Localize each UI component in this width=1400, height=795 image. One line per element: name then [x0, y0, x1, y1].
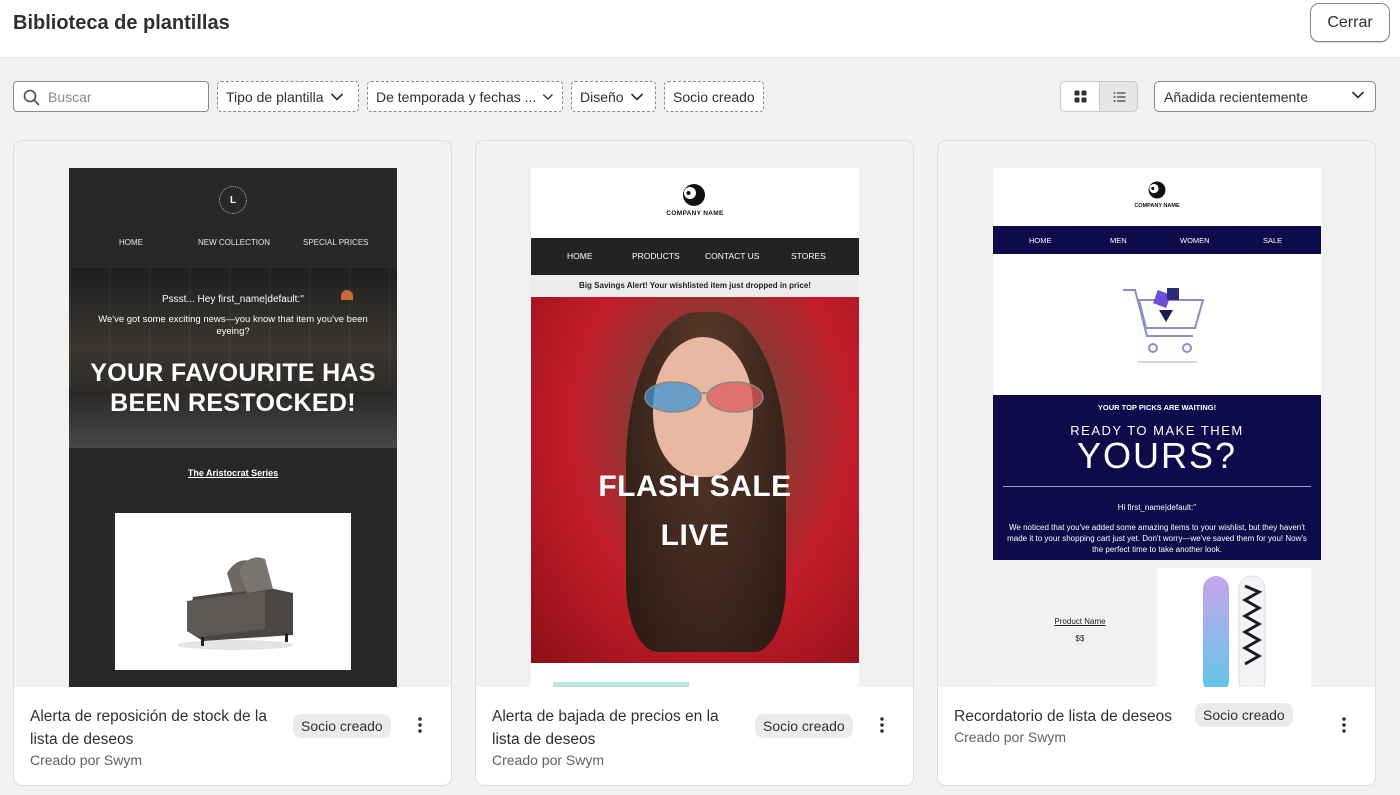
email-nav-item: NEW COLLECTION: [198, 238, 271, 247]
filter-label: Tipo de plantilla: [226, 88, 324, 105]
divider: [1003, 486, 1311, 487]
template-creator: Creado por Swym: [954, 729, 1067, 745]
snowboard-icon: [1203, 575, 1266, 687]
list-view-button[interactable]: [1100, 82, 1137, 111]
more-actions-button[interactable]: [1334, 713, 1354, 737]
email-nav-item: HOME: [1029, 236, 1052, 245]
kebab-icon: [880, 717, 884, 733]
email-nav-item: CONTACT US: [705, 251, 760, 261]
chevron-down-icon: [630, 92, 643, 101]
email-nav-item: SPECIAL PRICES: [303, 238, 369, 247]
list-icon: [1113, 91, 1126, 102]
filter-label: De temporada y fechas ...: [376, 88, 537, 105]
email-nav: HOME MEN WOMEN SALE: [993, 226, 1321, 254]
email-nav-item: PRODUCTS: [632, 251, 680, 261]
brand-logo: L: [219, 186, 247, 214]
more-actions-button[interactable]: [410, 713, 430, 737]
partner-badge: Socio creado: [755, 714, 853, 738]
chevron-down-icon: [1351, 91, 1365, 99]
moon-logo-icon: [683, 184, 705, 206]
email-kicker: YOUR TOP PICKS ARE WAITING!: [1097, 403, 1217, 412]
modal-header: Biblioteca de plantillas Cerrar: [0, 0, 1400, 58]
email-greeting: Pssst... Hey first_name|default:'': [161, 294, 305, 305]
sort-label: Añadida recientemente: [1164, 88, 1308, 105]
email-alert-bar: Big Savings Alert! Your wishlisted item …: [531, 275, 859, 297]
email-nav-item: STORES: [791, 251, 826, 261]
company-name: COMPANY NAME: [1134, 203, 1180, 209]
chevron-down-icon: [330, 92, 343, 101]
template-card-price-drop[interactable]: COMPANY NAME HOME PRODUCTS CONTACT US ST…: [475, 140, 914, 786]
search-box[interactable]: [13, 81, 209, 112]
email-nav-item: MEN: [1110, 236, 1127, 245]
email-product-block: Product Name $$: [993, 560, 1321, 687]
filter-design[interactable]: Diseño: [571, 81, 656, 112]
template-card-restock[interactable]: L HOME NEW COLLECTION SPECIAL PRICES Pss…: [13, 140, 452, 786]
email-headline: FLASH SALE LIVE: [531, 462, 859, 560]
template-card-reminder[interactable]: COMPANY NAME HOME MEN WOMEN SALE YOUR TO…: [937, 140, 1376, 786]
template-name: Alerta de bajada de precios en la lista …: [492, 708, 719, 748]
headline-line: LIVE: [660, 519, 730, 552]
grid-icon: [1074, 90, 1086, 103]
template-preview[interactable]: COMPANY NAME HOME PRODUCTS CONTACT US ST…: [476, 141, 913, 687]
search-icon: [23, 89, 40, 106]
template-creator: Creado por Swym: [30, 752, 143, 768]
partner-badge: Socio creado: [1195, 703, 1293, 727]
email-body: We noticed that you've added some amazin…: [1007, 523, 1307, 554]
view-toggle: [1060, 81, 1138, 112]
email-nav-item: HOME: [119, 238, 143, 247]
email-headline: YOUR FAVOURITE HAS BEEN RESTOCKED!: [90, 359, 376, 417]
filter-seasonal[interactable]: De temporada y fechas ...: [367, 81, 563, 112]
email-preview-reminder: COMPANY NAME HOME MEN WOMEN SALE YOUR TO…: [993, 168, 1321, 687]
email-preview-restock: L HOME NEW COLLECTION SPECIAL PRICES Pss…: [69, 168, 397, 687]
email-nav: HOME PRODUCTS CONTACT US STORES: [531, 238, 859, 275]
moon-logo-icon: [1148, 181, 1166, 199]
filter-label: Diseño: [580, 88, 624, 105]
page-title: Biblioteca de plantillas: [13, 12, 230, 34]
email-nav-item: HOME: [567, 251, 593, 261]
kebab-icon: [418, 717, 422, 733]
card-meta: Alerta de bajada de precios en la lista …: [476, 687, 913, 785]
kebab-icon: [1342, 717, 1346, 733]
template-name: Alerta de reposición de stock de la list…: [30, 708, 267, 748]
product-image: [115, 513, 351, 670]
filter-template-type[interactable]: Tipo de plantilla: [217, 81, 359, 112]
email-product-link: The Aristocrat Series: [187, 468, 279, 478]
company-name: COMPANY NAME: [666, 210, 724, 217]
partner-badge: Socio creado: [293, 714, 391, 738]
email-greeting: Hi first_name|default:'': [1117, 503, 1197, 512]
template-name: Recordatorio de lista de deseos: [954, 708, 1172, 725]
email-nav-item: WOMEN: [1180, 236, 1210, 245]
product-image: [1157, 568, 1311, 687]
template-creator: Creado por Swym: [492, 752, 605, 768]
sunglasses-icon: [644, 381, 764, 413]
product-price: $$: [1075, 634, 1085, 643]
sofa-icon: [177, 557, 293, 650]
email-headline: YOURS?: [1076, 435, 1238, 476]
close-button[interactable]: Cerrar: [1310, 3, 1390, 42]
email-hero-block: YOUR TOP PICKS ARE WAITING! READY TO MAK…: [993, 395, 1321, 560]
search-input[interactable]: [48, 86, 203, 108]
headline-line: FLASH SALE: [598, 470, 792, 503]
template-preview[interactable]: L HOME NEW COLLECTION SPECIAL PRICES Pss…: [14, 141, 451, 687]
card-meta: Alerta de reposición de stock de la list…: [14, 687, 451, 785]
email-preview-price-drop: COMPANY NAME HOME PRODUCTS CONTACT US ST…: [531, 168, 859, 687]
email-hero-image: FLASH SALE LIVE: [531, 297, 859, 663]
email-nav-item: SALE: [1263, 236, 1283, 245]
product-name-link: Product Name: [1054, 617, 1106, 626]
filter-partner-created[interactable]: Socio creado: [664, 81, 764, 112]
sort-select[interactable]: Añadida recientemente: [1154, 81, 1376, 112]
email-hero-image: Pssst... Hey first_name|default:'' We've…: [69, 268, 397, 448]
chevron-down-icon: [543, 93, 554, 100]
more-actions-button[interactable]: [872, 713, 892, 737]
filter-label: Socio creado: [673, 88, 755, 105]
email-intro: We've got some exciting news—you know th…: [98, 314, 368, 337]
card-meta: Recordatorio de lista de deseos Creado p…: [938, 687, 1375, 785]
shopping-cart-icon: [1123, 288, 1205, 363]
template-preview[interactable]: COMPANY NAME HOME MEN WOMEN SALE YOUR TO…: [938, 141, 1375, 687]
grid-view-button[interactable]: [1061, 82, 1100, 111]
